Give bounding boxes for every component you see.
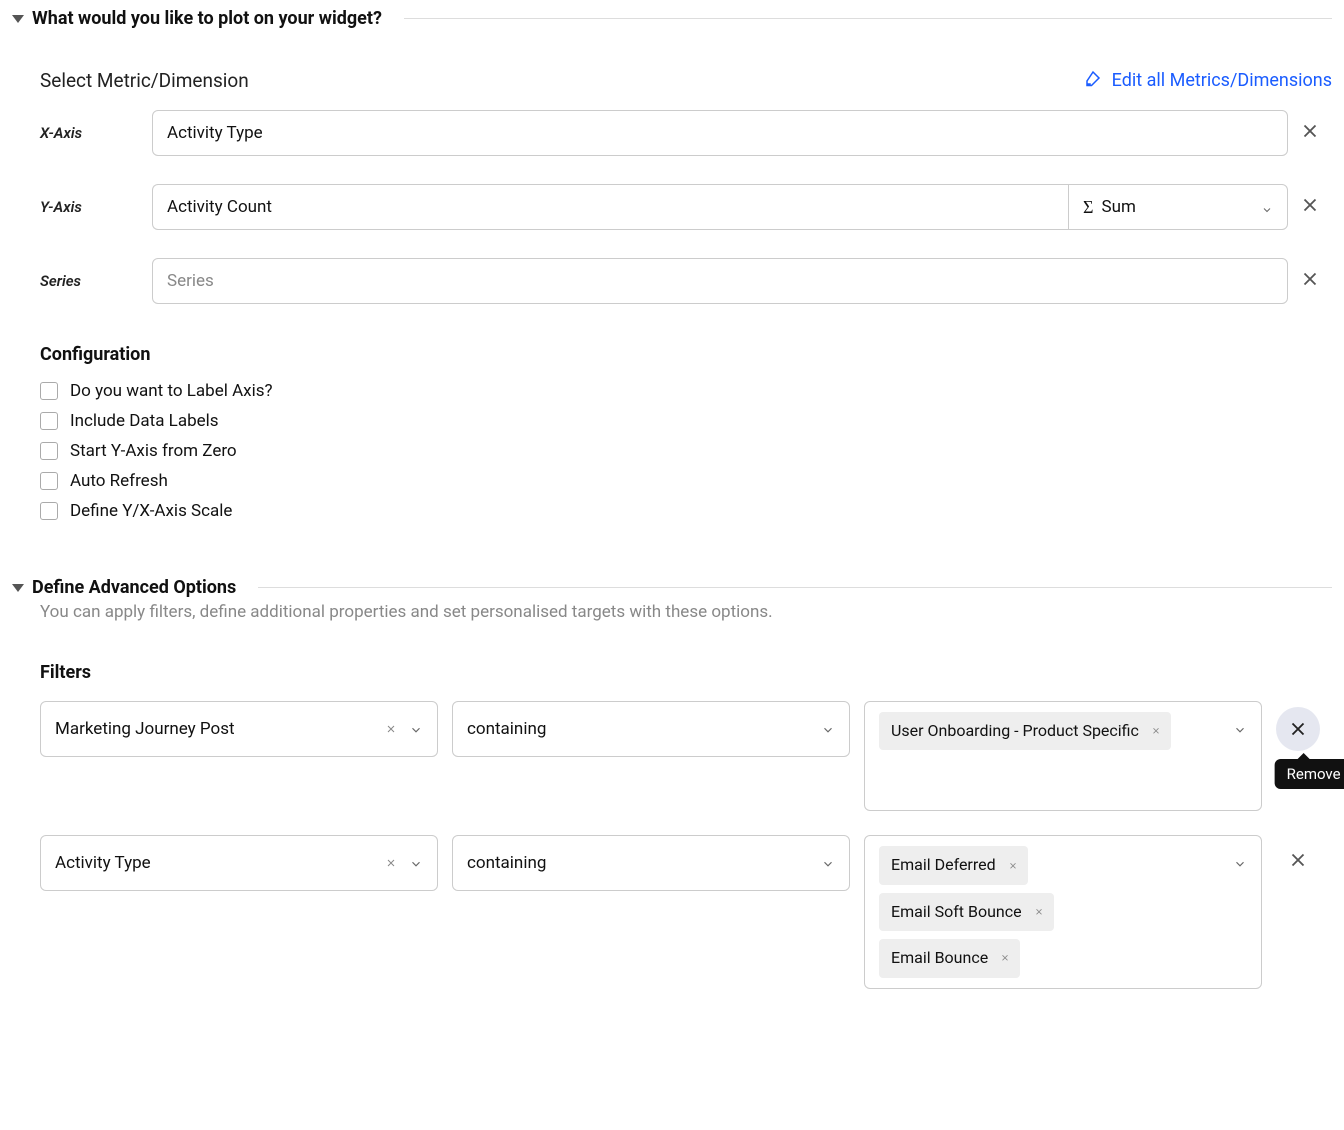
config-option-label: Define Y/X-Axis Scale [70,501,232,521]
caret-down-icon[interactable] [12,15,24,23]
remove-tag-icon[interactable] [1000,947,1010,969]
xaxis-value: Activity Type [167,123,263,143]
filter-operator-select[interactable]: containing [452,835,850,891]
configuration-title: Configuration [40,344,1332,365]
filter-value-tag[interactable]: User Onboarding - Product Specific [879,712,1171,750]
remove-xaxis-button[interactable] [1288,120,1332,146]
filter-field-select[interactable]: Activity Type [40,835,438,891]
chevron-down-icon [409,856,423,876]
filter-value-text: Email Soft Bounce [891,902,1022,921]
config-checkbox-3[interactable] [40,472,58,490]
yaxis-agg-value: Sum [1101,197,1135,217]
filter-value-tag[interactable]: Email Deferred [879,846,1028,884]
clear-field-icon[interactable] [385,854,397,874]
filter-value-tag[interactable]: Email Soft Bounce [879,893,1054,931]
filter-value-text: User Onboarding - Product Specific [891,721,1139,740]
filters-title: Filters [40,662,1332,683]
section-title-plot: What would you like to plot on your widg… [32,8,382,29]
filter-field-select[interactable]: Marketing Journey Post [40,701,438,757]
filter-field-value: Activity Type [55,853,151,873]
chevron-down-icon [1233,856,1247,876]
config-checkbox-0[interactable] [40,382,58,400]
caret-down-icon[interactable] [12,584,24,592]
remove-tag-icon[interactable] [1151,720,1161,742]
edit-icon [1084,69,1102,92]
sigma-icon: Σ [1083,197,1093,218]
filter-value-text: Email Deferred [891,855,996,874]
filter-operator-select[interactable]: containing [452,701,850,757]
divider [258,587,1332,588]
remove-tag-icon[interactable] [1008,854,1018,876]
filter-operator-value: containing [467,719,546,739]
xaxis-input[interactable]: Activity Type [152,110,1288,156]
remove-tag-icon[interactable] [1034,901,1044,923]
config-checkbox-4[interactable] [40,502,58,520]
clear-field-icon[interactable] [385,720,397,740]
chevron-down-icon [1261,201,1273,213]
metric-dimension-header: Select Metric/Dimension [40,69,249,92]
chevron-down-icon [409,722,423,742]
filter-field-value: Marketing Journey Post [55,719,235,739]
config-option-label: Do you want to Label Axis? [70,381,273,401]
yaxis-aggregation-select[interactable]: Σ Sum [1068,184,1288,230]
section-title-advanced: Define Advanced Options [32,577,236,598]
yaxis-value: Activity Count [167,197,272,217]
filter-operator-value: containing [467,853,546,873]
remove-series-button[interactable] [1288,268,1332,294]
filter-value-tag[interactable]: Email Bounce [879,939,1020,977]
remove-tooltip: Remove [1275,759,1344,789]
remove-yaxis-button[interactable] [1288,194,1332,220]
filter-values-select[interactable]: Email Deferred Email Soft Bounce Email B… [864,835,1262,988]
config-option-label: Auto Refresh [70,471,168,491]
config-checkbox-1[interactable] [40,412,58,430]
remove-filter-row-button[interactable] [1276,835,1320,875]
chevron-down-icon [821,856,835,876]
xaxis-label: X-Axis [40,124,152,142]
filter-values-select[interactable]: User Onboarding - Product Specific [864,701,1262,811]
chevron-down-icon [1233,722,1247,742]
divider [404,18,1332,19]
series-label: Series [40,272,152,290]
yaxis-input[interactable]: Activity Count [152,184,1068,230]
config-option-label: Start Y-Axis from Zero [70,441,237,461]
series-input[interactable]: Series [152,258,1288,304]
chevron-down-icon [821,722,835,742]
series-placeholder: Series [167,271,214,291]
edit-all-metrics-label: Edit all Metrics/Dimensions [1112,70,1332,91]
config-checkbox-2[interactable] [40,442,58,460]
edit-all-metrics-link[interactable]: Edit all Metrics/Dimensions [1084,69,1332,92]
yaxis-label: Y-Axis [40,198,152,216]
advanced-description: You can apply filters, define additional… [0,602,1344,622]
config-option-label: Include Data Labels [70,411,219,431]
remove-filter-row-button[interactable]: Remove [1276,707,1320,751]
filter-value-text: Email Bounce [891,948,988,967]
